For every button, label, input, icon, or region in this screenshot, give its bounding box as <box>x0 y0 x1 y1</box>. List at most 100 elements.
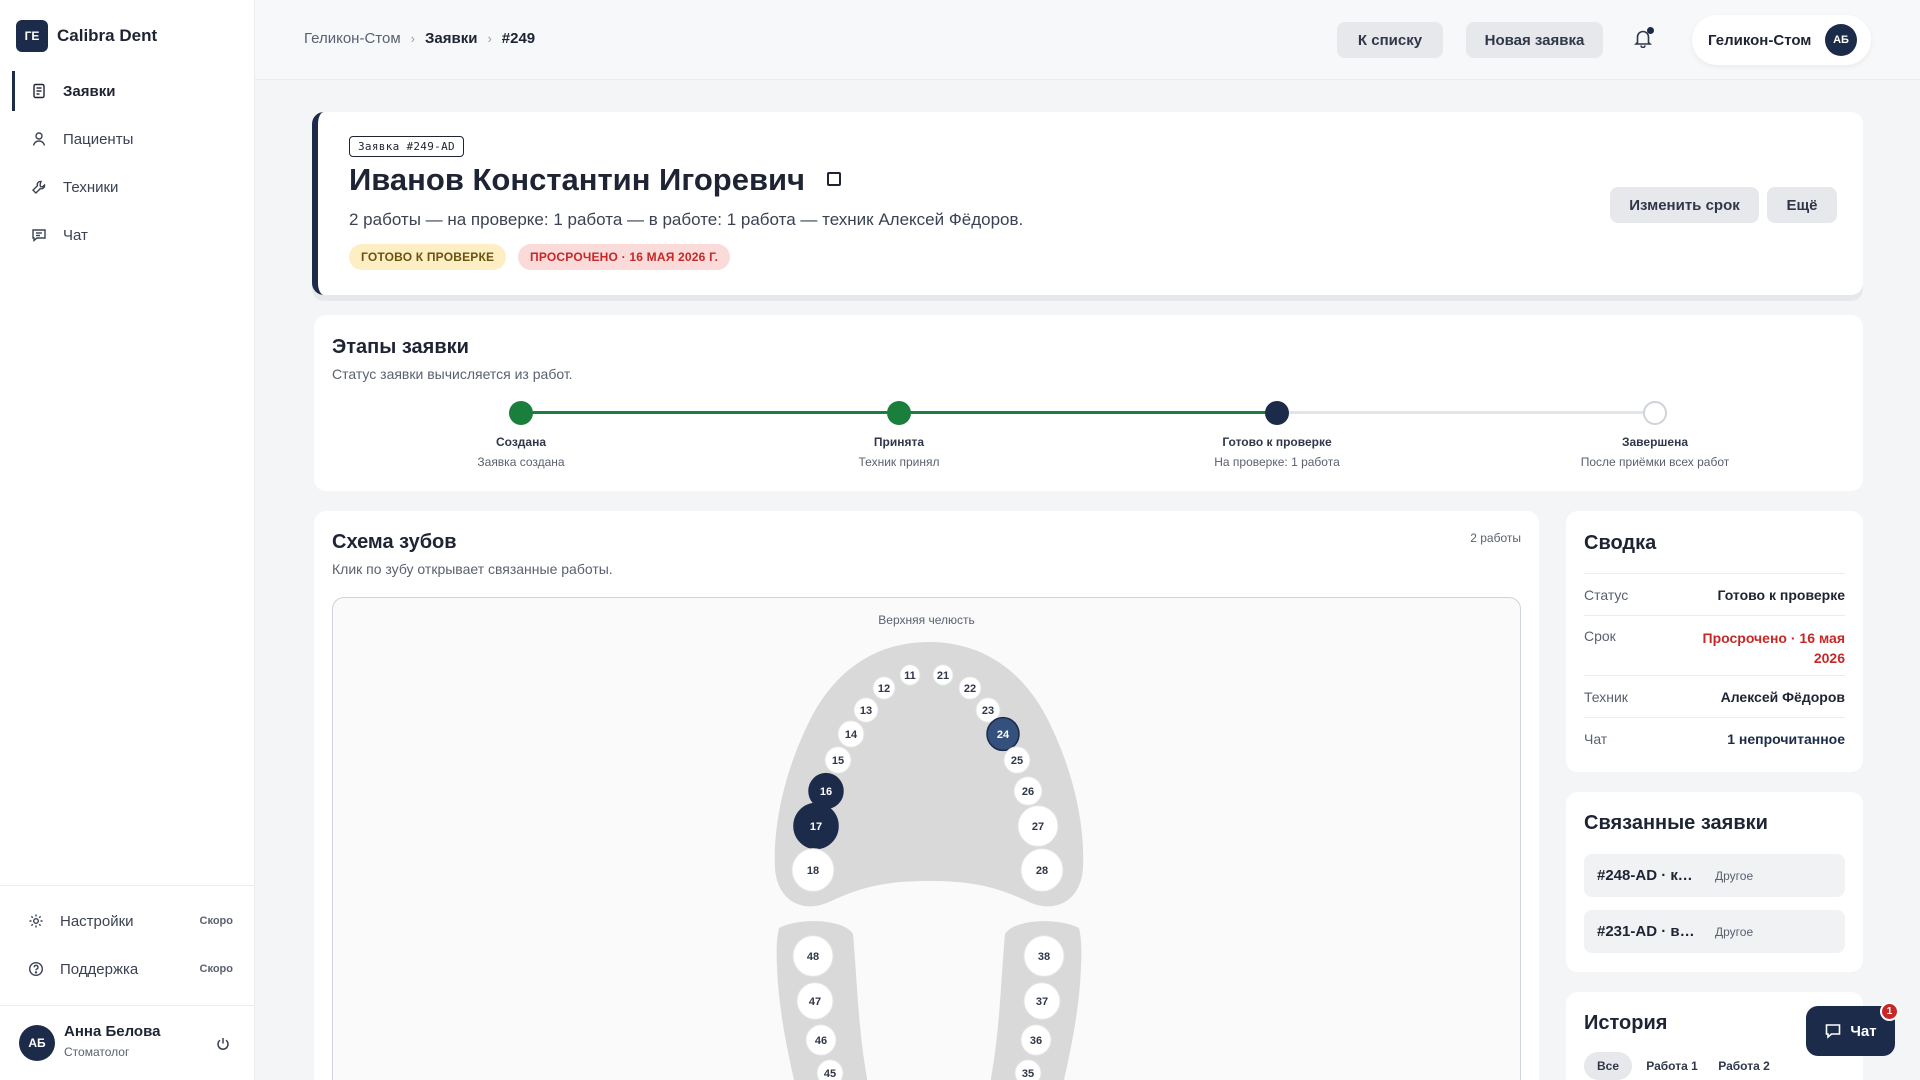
document-icon <box>33 83 45 99</box>
chevron-right-icon: › <box>410 31 415 46</box>
tooth-number: 28 <box>1036 865 1048 877</box>
tooth-46[interactable]: 46 <box>805 1024 837 1056</box>
order-code: Заявка #249-AD <box>349 136 464 157</box>
sidebar-bottom <box>0 885 255 886</box>
tooth-15[interactable]: 15 <box>824 746 852 774</box>
tooth-26[interactable]: 26 <box>1013 776 1043 806</box>
sidebar-item-label: Пациенты <box>63 130 134 148</box>
tool-icon <box>32 180 46 194</box>
tooth-13[interactable]: 13 <box>853 697 879 723</box>
history-filter-work-2[interactable]: Работа 2 <box>1712 1052 1776 1080</box>
unread-count-badge: 1 <box>1880 1002 1899 1021</box>
tooth-11[interactable]: 11 <box>899 664 921 686</box>
tooth-36[interactable]: 36 <box>1020 1024 1052 1056</box>
summary-value: Готово к проверке <box>1717 586 1845 603</box>
tooth-27[interactable]: 27 <box>1017 805 1059 847</box>
breadcrumb-orders[interactable]: Заявки <box>425 30 477 47</box>
order-summary: 2 работы — на проверке: 1 работа — в раб… <box>349 210 1024 229</box>
tooth-48[interactable]: 48 <box>792 935 834 977</box>
related-order-category: Другое <box>1715 924 1754 939</box>
tooth-number: 22 <box>964 683 976 695</box>
tooth-37[interactable]: 37 <box>1023 982 1061 1020</box>
step-dot-done <box>887 401 911 425</box>
related-order-name: #248-AD · коронка <box>1597 867 1701 884</box>
brand-logo: ГЕ <box>16 20 48 52</box>
tooth-number: 21 <box>937 670 949 682</box>
copy-icon[interactable] <box>827 172 841 186</box>
org-name: Геликон-Стом <box>1708 31 1812 49</box>
tooth-38[interactable]: 38 <box>1023 935 1065 977</box>
breadcrumb-org[interactable]: Геликон-Стом <box>304 30 401 47</box>
order-header-card: Заявка #249-AD Иванов Константин Игореви… <box>312 112 1863 295</box>
tooth-number: 26 <box>1022 786 1034 798</box>
back-to-list-button[interactable]: К списку <box>1337 22 1443 58</box>
sidebar-item-settings[interactable]: Настройки Скоро <box>28 901 233 941</box>
stage-title: Готово к проверке <box>1222 435 1332 449</box>
notifications-bell-icon[interactable] <box>1625 20 1661 56</box>
stage-title: Принята <box>873 435 925 449</box>
teeth-subtitle: Клик по зубу открывает связанные работы. <box>332 561 613 577</box>
stage-desc: На проверке: 1 работа <box>1214 455 1340 469</box>
sidebar-item-patients[interactable]: Пациенты <box>12 119 242 159</box>
stage-desc: Техник принял <box>858 455 940 469</box>
logout-icon[interactable] <box>215 1036 231 1057</box>
new-order-button[interactable]: Новая заявка <box>1466 22 1603 58</box>
sidebar-item-technicians[interactable]: Техники <box>12 167 242 207</box>
notification-dot <box>1647 27 1654 34</box>
tooth-number: 45 <box>824 1068 836 1080</box>
history-filter-all[interactable]: Все <box>1584 1052 1632 1080</box>
stages-subtitle: Статус заявки вычисляется из работ. <box>332 366 573 382</box>
tooth-number: 48 <box>807 951 819 963</box>
summary-row-chat[interactable]: Чат 1 непрочитанное <box>1584 717 1845 759</box>
tooth-14[interactable]: 14 <box>837 720 865 748</box>
chevron-right-icon: › <box>487 31 492 46</box>
tooth-47[interactable]: 47 <box>796 982 834 1020</box>
summary-value: Просрочено · 16 мая 2026 <box>1702 630 1845 666</box>
related-order-item[interactable]: #248-AD · коронка Другое <box>1584 854 1845 897</box>
tooth-number: 36 <box>1030 1035 1042 1047</box>
org-switcher[interactable]: Геликон-Стом АБ <box>1692 15 1871 65</box>
history-title: История <box>1584 1012 1668 1034</box>
sidebar-item-support[interactable]: Поддержка Скоро <box>28 949 233 989</box>
tooth-22[interactable]: 22 <box>958 676 982 700</box>
sidebar-item-label: Чат <box>63 226 88 244</box>
tooth-25[interactable]: 25 <box>1003 746 1031 774</box>
soon-badge: Скоро <box>199 963 233 975</box>
tooth-number: 47 <box>809 996 821 1008</box>
tooth-12[interactable]: 12 <box>872 676 896 700</box>
stage-title: Создана <box>495 435 546 449</box>
related-order-item[interactable]: #231-AD · вкладка Другое <box>1584 910 1845 953</box>
tooth-24[interactable]: 24 <box>986 716 1020 752</box>
tooth-18[interactable]: 18 <box>791 848 835 892</box>
summary-key: Статус <box>1584 586 1629 603</box>
tooth-number: 23 <box>982 705 994 717</box>
tooth-21[interactable]: 21 <box>932 664 954 686</box>
sidebar-item-label: Поддержка <box>60 960 139 978</box>
change-deadline-button[interactable]: Изменить срок <box>1610 187 1759 223</box>
step-dot-done <box>509 401 533 425</box>
chat-icon <box>1826 1024 1841 1039</box>
status-badge: ГОТОВО К ПРОВЕРКЕ <box>349 244 507 270</box>
stage-completed: Завершена После приёмки всех работ <box>1535 435 1775 469</box>
breadcrumb-current: #249 <box>501 30 536 47</box>
brand[interactable]: ГЕ Calibra Dent <box>16 20 157 52</box>
avatar: АБ <box>1825 24 1857 56</box>
stage-title: Завершена <box>1621 435 1688 449</box>
tooth-number: 37 <box>1036 996 1048 1008</box>
stage-accepted: Принята Техник принял <box>779 435 1019 469</box>
tooth-28[interactable]: 28 <box>1020 848 1064 892</box>
avatar: АБ <box>19 1025 55 1061</box>
sidebar-nav: Заявки Пациенты Техники Чат <box>12 71 242 263</box>
more-button[interactable]: Ещё <box>1767 187 1837 223</box>
tooth-number: 14 <box>845 729 858 741</box>
sidebar-item-chat[interactable]: Чат <box>12 215 242 255</box>
tooth-17[interactable]: 17 <box>793 802 839 850</box>
summary-key: Чат <box>1584 730 1608 747</box>
sidebar-item-label: Заявки <box>63 82 116 100</box>
sidebar-item-orders[interactable]: Заявки <box>12 71 242 111</box>
tooth-number: 46 <box>815 1035 827 1047</box>
sidebar: ГЕ Calibra Dent Заявки Пациенты Техники … <box>0 0 255 1080</box>
history-filter-work-1[interactable]: Работа 1 <box>1640 1052 1704 1080</box>
teeth-diagram-frame: Верхняя челюсть 11 12 13 14 15 16 17 18 21 22 23 24… <box>332 597 1521 1080</box>
chat-fab-button[interactable]: Чат 1 <box>1806 1002 1899 1056</box>
